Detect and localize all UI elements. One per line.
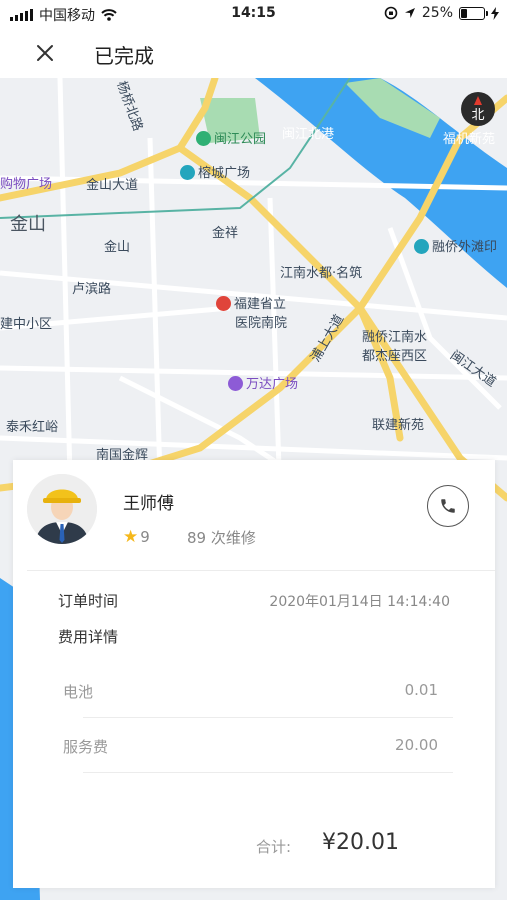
compass-label: 北 <box>471 107 485 123</box>
hospital-pin-icon <box>216 296 231 311</box>
map-label-hospital-2: 医院南院 <box>235 316 288 331</box>
fee-divider <box>83 717 453 718</box>
star-icon: ★ <box>123 527 139 547</box>
map-label-rongcheng: 榕城广场 <box>180 162 250 181</box>
repair-count: 89 次维修 <box>187 529 256 547</box>
map-label-rongqiao-2: 都杰座西区 <box>362 349 428 364</box>
map-label-jinshan-area: 金山 <box>10 214 46 235</box>
fee-item-service-amount: 20.00 <box>395 736 438 754</box>
compass-icon[interactable]: 北 <box>461 92 495 126</box>
map-label-jinshan: 金山 <box>104 240 131 255</box>
battery-icon <box>459 6 488 20</box>
page-title: 已完成 <box>94 44 154 68</box>
map-label-river-road: 闽江北港 <box>282 127 335 142</box>
poi-pin-icon <box>180 165 195 180</box>
charging-icon <box>491 6 499 20</box>
map-label-jinxiang: 金祥 <box>212 226 239 241</box>
map-label-lubin-road: 卢滨路 <box>72 282 112 297</box>
worker-avatar-icon <box>27 474 97 544</box>
fee-item-battery-label: 电池 <box>63 683 94 701</box>
rating-value: 9 <box>140 528 150 546</box>
fee-item-service-label: 服务费 <box>63 738 109 756</box>
map-label-lianjian: 联建新苑 <box>372 418 425 433</box>
fee-item-battery-amount: 0.01 <box>404 681 438 699</box>
poi-pin-icon <box>414 239 429 254</box>
map-label-wanda: 万达广场 <box>228 373 298 392</box>
master-rating: ★ 9 <box>123 527 150 547</box>
total-label: 合计: <box>256 838 292 856</box>
fee-detail-label: 费用详情 <box>58 628 119 646</box>
park-pin-icon <box>196 131 211 146</box>
card-divider <box>27 570 495 571</box>
rotation-lock-icon <box>384 6 398 20</box>
close-button[interactable] <box>30 38 60 68</box>
map-label-rongqiao-1: 融侨江南水 <box>362 330 428 345</box>
map-label-fuzhou-new: 福机新苑 <box>443 132 496 147</box>
location-arrow-icon <box>404 8 415 18</box>
map-label-rongqiao: 融侨江南水 都杰座西区 <box>362 326 427 364</box>
map-label-rongqiao-beach: 融侨外滩印 <box>414 236 497 255</box>
nav-bar: 已完成 <box>0 28 507 78</box>
phone-icon[interactable] <box>439 497 457 515</box>
map-label-jinshan-ave: 金山大道 <box>86 178 139 193</box>
order-time-label: 订单时间 <box>58 592 119 610</box>
order-time-value: 2020年01月14日 14:14:40 <box>269 594 450 610</box>
call-button[interactable] <box>427 485 469 527</box>
status-bar: 中国移动 14:15 25% <box>0 0 507 28</box>
fee-divider <box>83 772 453 773</box>
map-label-shopping: 购物广场 <box>0 177 53 192</box>
master-name: 王师傅 <box>123 494 174 514</box>
mall-pin-icon <box>228 376 243 391</box>
close-icon[interactable] <box>30 38 60 68</box>
map-label-hospital: 福建省立 医院南院 <box>216 293 287 331</box>
status-right: 25% <box>384 5 499 21</box>
avatar <box>27 474 97 544</box>
map-label-jiangnan: 江南水都·名筑 <box>280 266 363 281</box>
map-label-taihe: 泰禾红峪 <box>6 420 59 435</box>
battery-percent: 25% <box>421 5 453 21</box>
map-label-park: 闽江公园 <box>196 128 266 147</box>
total-amount: ¥20.01 <box>322 830 399 855</box>
order-card: 王师傅 ★ 9 89 次维修 订单时间 2020年01月14日 14:14:40… <box>13 460 495 888</box>
map-label-school: 建中小区 <box>0 317 53 332</box>
